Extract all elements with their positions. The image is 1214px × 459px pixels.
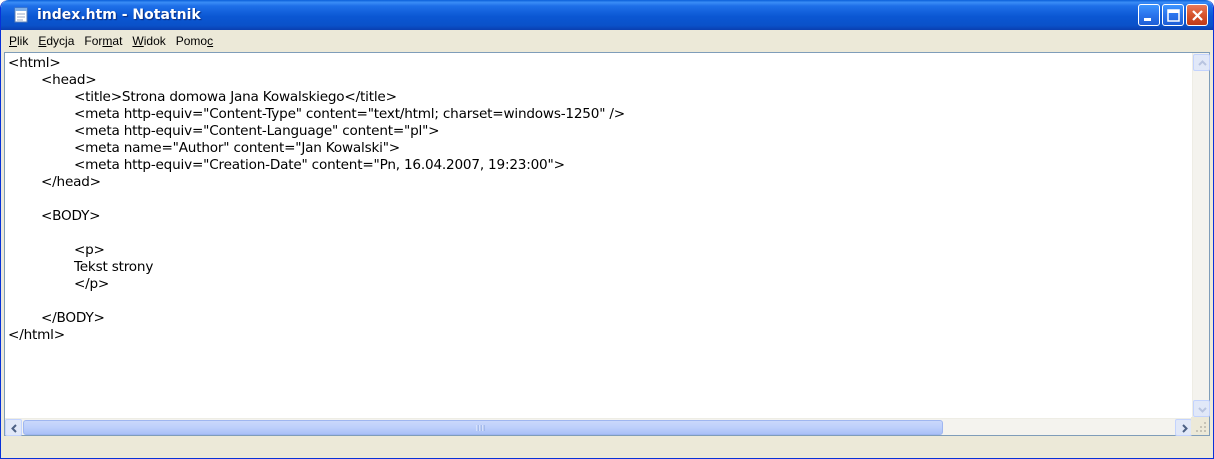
menu-plik-label: lik bbox=[17, 34, 29, 48]
text-line bbox=[8, 225, 1189, 242]
text-line: <BODY> bbox=[8, 208, 101, 224]
menu-pomoc-pre: Pomo bbox=[175, 34, 208, 48]
scroll-left-button[interactable] bbox=[5, 419, 22, 436]
menu-bar: Plik Edycja Format Widok Pomoc bbox=[4, 30, 1210, 52]
text-line: </p> bbox=[8, 276, 110, 292]
menu-widok[interactable]: Widok bbox=[127, 31, 170, 51]
text-line: <meta http-equiv="Creation-Date" content… bbox=[8, 157, 565, 173]
menu-edycja[interactable]: Edycja bbox=[33, 31, 79, 51]
chevron-down-icon bbox=[1198, 407, 1207, 413]
maximize-icon bbox=[1167, 9, 1180, 22]
title-bar[interactable]: index.htm - Notatnik bbox=[1, 0, 1213, 30]
minimize-button[interactable] bbox=[1138, 4, 1160, 26]
chevron-left-icon bbox=[11, 424, 17, 433]
text-line: <meta http-equiv="Content-Type" content=… bbox=[8, 106, 625, 122]
text-line: <title>Strona domowa Jana Kowalskiego</t… bbox=[8, 89, 397, 105]
minimize-icon bbox=[1144, 18, 1151, 21]
menu-format-accel: m bbox=[102, 34, 113, 48]
menu-pomoc-accel: c bbox=[207, 34, 214, 48]
text-line: <p> bbox=[8, 242, 105, 258]
text-line bbox=[8, 293, 1189, 310]
text-line: <meta http-equiv="Content-Language" cont… bbox=[8, 123, 440, 139]
text-line: <head> bbox=[8, 72, 97, 88]
resize-grip[interactable] bbox=[1191, 417, 1209, 435]
resize-grip-icon bbox=[1196, 422, 1206, 432]
text-line bbox=[8, 191, 1189, 208]
menu-plik-accel: P bbox=[9, 34, 18, 48]
text-area[interactable]: <html> <head> <title>Strona domowa Jana … bbox=[8, 55, 1189, 433]
close-icon bbox=[1192, 10, 1203, 21]
text-line: </head> bbox=[8, 174, 101, 190]
notepad-icon bbox=[13, 7, 29, 23]
text-line: Tekst strony bbox=[8, 259, 154, 275]
chevron-up-icon bbox=[1198, 60, 1207, 66]
text-line: </BODY> bbox=[8, 310, 105, 326]
menu-format[interactable]: Format bbox=[79, 31, 127, 51]
window-title: index.htm - Notatnik bbox=[37, 7, 201, 23]
vertical-scrollbar[interactable] bbox=[1192, 53, 1210, 418]
text-line: </html> bbox=[8, 327, 65, 343]
scroll-right-button[interactable] bbox=[1175, 419, 1192, 436]
menu-format-pre: For bbox=[84, 34, 103, 48]
close-button[interactable] bbox=[1186, 4, 1208, 26]
horizontal-scrollbar[interactable] bbox=[5, 418, 1192, 436]
menu-pomoc[interactable]: Pomoc bbox=[171, 31, 218, 51]
horizontal-scroll-thumb[interactable] bbox=[23, 420, 943, 435]
text-editor[interactable]: <html> <head> <title>Strona domowa Jana … bbox=[4, 52, 1210, 436]
menu-format-label: at bbox=[112, 34, 123, 48]
maximize-button[interactable] bbox=[1162, 4, 1184, 26]
scroll-down-button[interactable] bbox=[1193, 400, 1210, 417]
menu-edycja-label: dycja bbox=[46, 34, 75, 48]
scroll-up-button[interactable] bbox=[1193, 54, 1210, 71]
text-line: <html> bbox=[8, 55, 61, 71]
menu-widok-label: idok bbox=[143, 34, 166, 48]
window-controls bbox=[1138, 4, 1208, 26]
menu-widok-accel: W bbox=[132, 34, 144, 48]
menu-plik[interactable]: Plik bbox=[4, 31, 33, 51]
grip-icon bbox=[476, 425, 485, 431]
notepad-window: index.htm - Notatnik Plik Edycja Format … bbox=[0, 0, 1214, 459]
text-line: <meta name="Author" content="Jan Kowalsk… bbox=[8, 140, 400, 156]
